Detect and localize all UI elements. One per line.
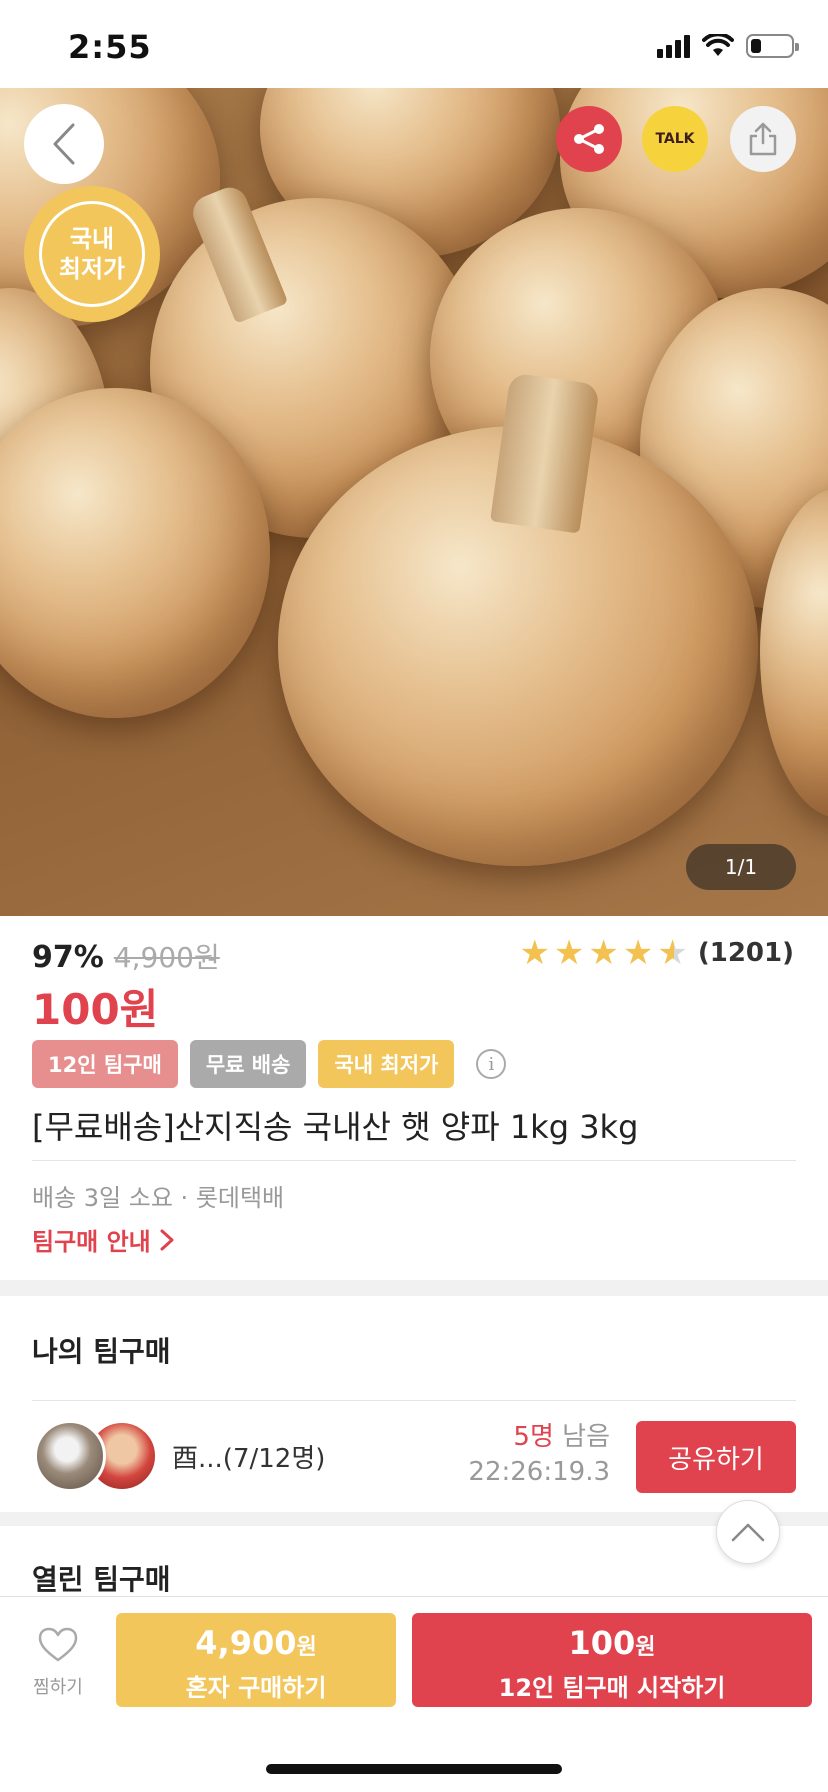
remaining-info: 5명 남음 22:26:19.3 [468, 1416, 610, 1487]
team-leader-name: 酉...(7/12명) [172, 1444, 326, 1474]
star-icon: ★ [622, 933, 654, 973]
star-icon: ★ [553, 933, 585, 973]
status-icons [657, 34, 799, 58]
team-label: 12인 팀구매 시작하기 [498, 1674, 726, 1702]
wishlist-label: 찜하기 [33, 1677, 83, 1698]
countdown-timer: 22:26:19.3 [468, 1457, 610, 1487]
free-shipping-tag: 무료 배송 [189, 1040, 307, 1088]
start-team-purchase-button[interactable]: 100원 12인 팀구매 시작하기 [412, 1613, 812, 1707]
status-bar: 2:55 [0, 0, 828, 88]
battery-icon [746, 34, 799, 58]
kakaotalk-share-button[interactable]: TALK [642, 106, 708, 172]
badge-line-2: 최저가 [58, 255, 126, 283]
star-icon: ★ [519, 933, 550, 973]
half-star-icon: ★ [657, 933, 688, 973]
price-discount-row: 97% 4,900원 [32, 936, 220, 976]
section-separator [0, 1512, 828, 1526]
solo-price: 4,900 [195, 1624, 297, 1662]
solo-label: 혼자 구매하기 [185, 1674, 327, 1702]
wishlist-button[interactable]: 찜하기 [24, 1627, 92, 1699]
wifi-icon [702, 34, 734, 56]
open-team-section-title: 열린 팀구매 [32, 1563, 171, 1596]
my-team-row: 酉...(7/12명) 5명 남음 22:26:19.3 공유하기 [32, 1418, 796, 1494]
divider [32, 1400, 796, 1401]
image-page-indicator: 1/1 [686, 844, 796, 890]
cellular-signal-icon [657, 34, 690, 58]
chevron-up-icon [731, 1523, 765, 1542]
star-icon: ★ [588, 933, 619, 973]
avatar [34, 1420, 106, 1492]
my-team-section-title: 나의 팀구매 [32, 1335, 171, 1368]
share-link-button[interactable] [556, 106, 622, 172]
scroll-to-top-button[interactable] [716, 1500, 780, 1564]
share-nodes-icon [574, 124, 604, 154]
product-image[interactable]: TALK 국내 최저가 1/1 [0, 88, 828, 916]
team-guide-label: 팀구매 안내 [32, 1228, 151, 1256]
product-title: [무료배송]산지직송 국내산 햇 양파 1kg 3kg [32, 1108, 639, 1146]
chevron-right-icon [160, 1229, 174, 1250]
solo-price-unit: 원 [296, 1635, 317, 1660]
team-price-unit: 원 [635, 1635, 656, 1660]
lowest-price-badge: 국내 최저가 [30, 192, 154, 316]
home-indicator [266, 1764, 562, 1774]
badge-line-1: 국내 [69, 225, 115, 253]
sale-price: 100원 [32, 985, 159, 1034]
remaining-label: 남음 [562, 1422, 610, 1452]
discount-percent: 97% [32, 940, 104, 975]
status-time: 2:55 [68, 28, 152, 66]
buy-alone-button[interactable]: 4,900원 혼자 구매하기 [116, 1613, 396, 1707]
chevron-left-icon [53, 123, 75, 165]
lowest-price-tag: 국내 최저가 [318, 1040, 455, 1088]
battery-level [751, 39, 761, 53]
team-price: 100 [568, 1624, 636, 1662]
remaining-count: 5명 [513, 1422, 554, 1452]
info-icon[interactable]: i [476, 1049, 507, 1079]
team-purchase-guide-link[interactable]: 팀구매 안내 [32, 1222, 175, 1257]
export-share-button[interactable] [730, 106, 796, 172]
original-price: 4,900원 [113, 941, 220, 974]
delivery-info: 배송 3일 소요 · 롯데택배 [32, 1184, 285, 1212]
heart-icon [38, 1627, 78, 1662]
team-purchase-tag: 12인 팀구매 [32, 1040, 178, 1088]
product-tags: 12인 팀구매 무료 배송 국내 최저가 i [32, 1040, 507, 1088]
rating[interactable]: ★ ★ ★ ★ ★ (1201) [519, 936, 794, 970]
bottom-action-bar: 찜하기 4,900원 혼자 구매하기 100원 12인 팀구매 시작하기 [0, 1596, 828, 1792]
talk-label: TALK [655, 131, 695, 147]
section-separator [0, 1280, 828, 1296]
back-button[interactable] [24, 104, 104, 184]
share-export-icon [749, 122, 777, 156]
share-button[interactable]: 공유하기 [636, 1421, 796, 1493]
divider [32, 1160, 796, 1161]
review-count: (1201) [697, 938, 794, 968]
